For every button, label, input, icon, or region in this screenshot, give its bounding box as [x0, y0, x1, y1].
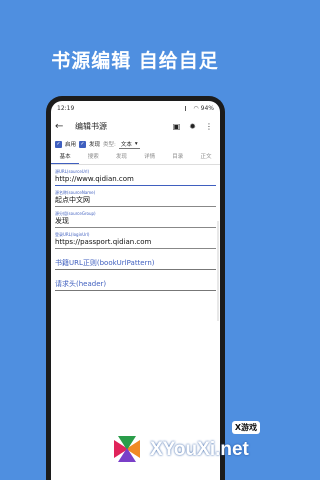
discover-checkbox[interactable]: ✓: [79, 140, 87, 148]
source-group-input[interactable]: 发现: [55, 216, 216, 228]
tab-basic[interactable]: 基本: [51, 151, 80, 164]
wifi-icon: ◠: [193, 104, 199, 112]
promo-headline: 书源编辑 自给自足: [51, 50, 219, 72]
source-url-field: 源URL(sourceUrl) http://www.qidian.com: [55, 169, 216, 186]
status-bar: 12:19 ◠ 94%: [51, 101, 220, 115]
battery-level: 94%: [200, 104, 214, 112]
dropdown-icon: ▾: [134, 140, 138, 147]
book-url-pattern-input[interactable]: 书籍URL正则(bookUrlPattern): [55, 257, 216, 270]
scrollbar[interactable]: [217, 221, 219, 321]
enable-label: 启用: [65, 142, 77, 148]
tab-detail[interactable]: 详情: [136, 151, 164, 164]
tab-search[interactable]: 搜索: [79, 151, 107, 164]
page-title: 编辑书源: [75, 121, 107, 131]
type-select[interactable]: 文本 ▾: [118, 140, 140, 149]
back-arrow-icon[interactable]: ←: [55, 121, 69, 132]
tab-content[interactable]: 正文: [192, 151, 220, 164]
login-url-input[interactable]: https://passport.qidian.com: [55, 237, 216, 249]
app-bar: ← 编辑书源 ▣ ✹ ⋮: [51, 115, 220, 137]
watermark: X游戏 XYouXi.net: [104, 418, 264, 474]
login-url-field: 登录URL(loginUrl) https://passport.qidian.…: [55, 232, 216, 249]
type-label: 类型:: [103, 142, 116, 148]
source-name-field: 源名称(sourceName) 起点中文网: [55, 190, 216, 207]
watermark-tag: X游戏: [231, 421, 260, 434]
source-name-input[interactable]: 起点中文网: [55, 195, 216, 207]
status-time: 12:19: [57, 104, 75, 112]
xyouxi-logo-icon: [106, 428, 148, 470]
watermark-brand: XYouXi.net: [150, 439, 249, 460]
tab-discover[interactable]: 发现: [107, 151, 135, 164]
tab-bar: 基本 搜索 发现 详情 目录 正文: [51, 151, 220, 165]
debug-bug-icon[interactable]: ✹: [189, 122, 196, 131]
source-url-input[interactable]: http://www.qidian.com: [55, 174, 216, 186]
signal-icon: [185, 105, 191, 111]
save-icon[interactable]: ▣: [173, 122, 181, 131]
enable-checkbox[interactable]: ✓: [55, 140, 62, 148]
discover-label: 发现: [89, 142, 101, 148]
form-content: 源URL(sourceUrl) http://www.qidian.com 源名…: [51, 169, 220, 291]
options-row: ✓ 启用 ✓ 发现 类型: 文本 ▾: [51, 137, 220, 151]
more-menu-icon[interactable]: ⋮: [205, 122, 213, 131]
source-group-field: 源分组(sourceGroup) 发现: [55, 211, 216, 228]
tab-toc[interactable]: 目录: [164, 151, 192, 164]
type-value: 文本: [120, 141, 132, 148]
header-input[interactable]: 请求头(header): [55, 278, 216, 291]
